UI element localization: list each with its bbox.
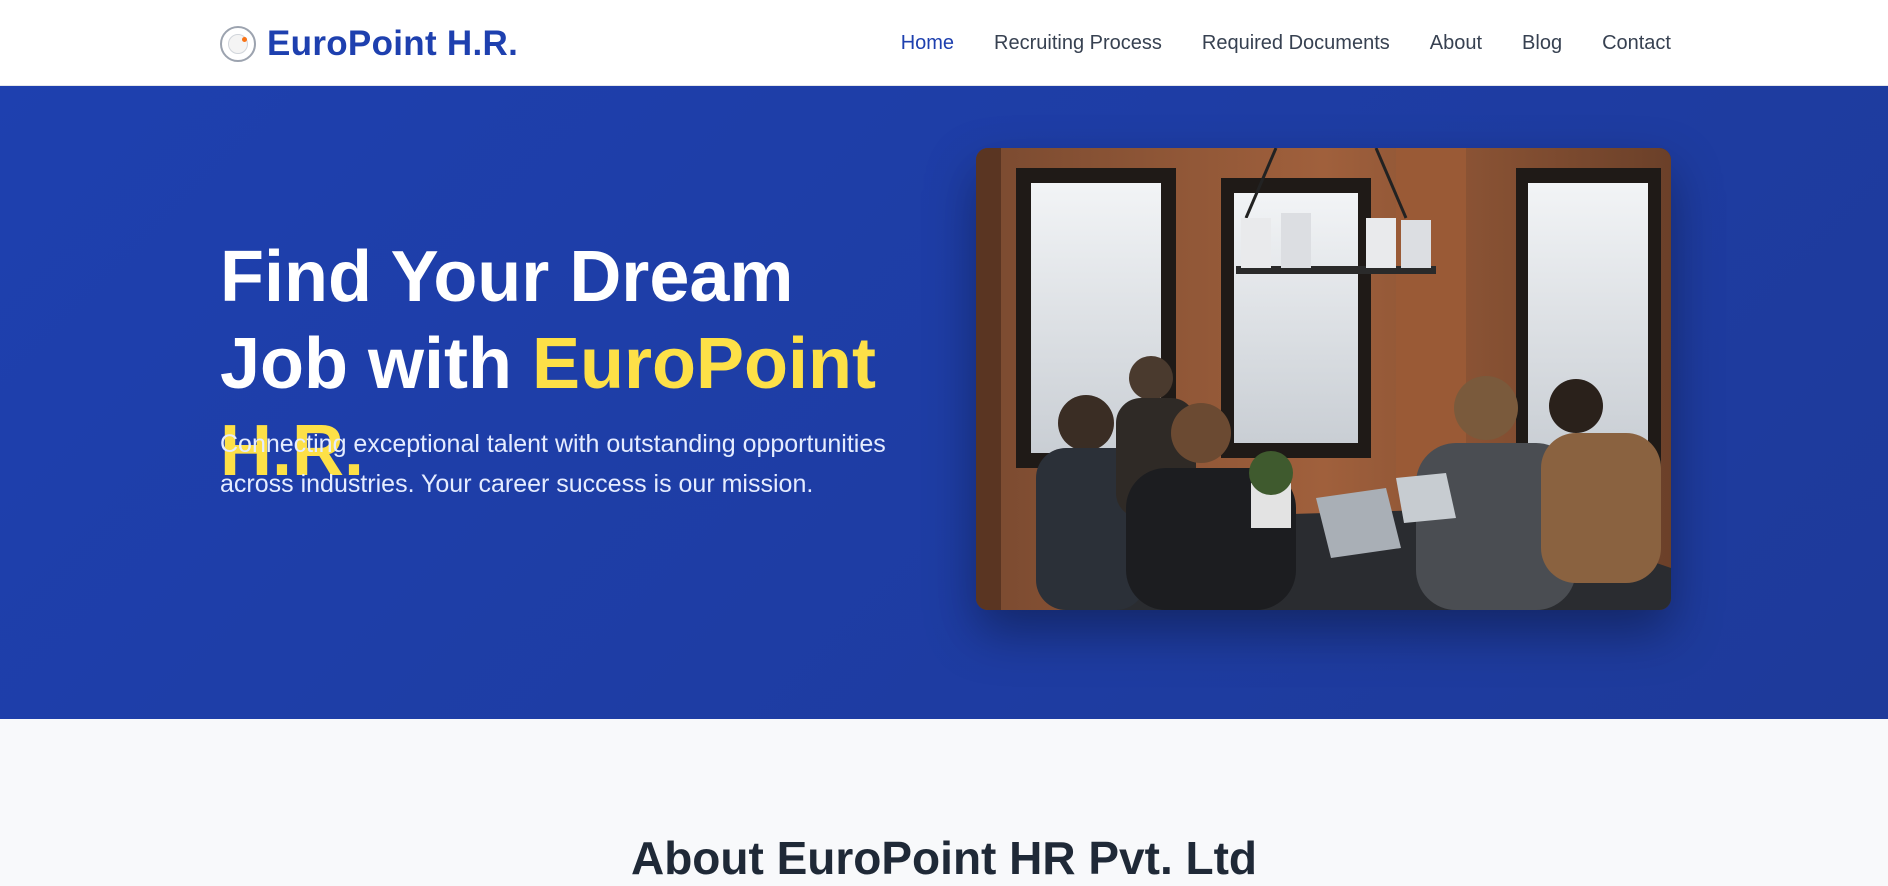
hero-section: Find Your Dream Job with EuroPoint H.R. … [0, 86, 1888, 719]
nav-required-documents[interactable]: Required Documents [1202, 28, 1390, 58]
nav-recruiting-process[interactable]: Recruiting Process [994, 28, 1162, 58]
brand-link[interactable]: EuroPoint H.R. [220, 24, 518, 64]
logo-icon [220, 26, 256, 62]
team-photo [976, 148, 1671, 610]
logo-dot [242, 37, 247, 42]
team-office-photo-icon [976, 148, 1671, 610]
nav-about[interactable]: About [1430, 28, 1482, 58]
main-nav: Home Recruiting Process Required Documen… [901, 28, 1671, 58]
nav-contact[interactable]: Contact [1602, 28, 1671, 58]
about-title: About EuroPoint HR Pvt. Ltd [630, 832, 1258, 884]
hero-subtitle: Connecting exceptional talent with outst… [220, 430, 886, 498]
brand-name: EuroPoint H.R. [267, 24, 519, 63]
nav-home[interactable]: Home [901, 28, 954, 58]
site-header: EuroPoint H.R. Home Recruiting Process R… [0, 0, 1888, 86]
nav-blog[interactable]: Blog [1522, 28, 1562, 58]
